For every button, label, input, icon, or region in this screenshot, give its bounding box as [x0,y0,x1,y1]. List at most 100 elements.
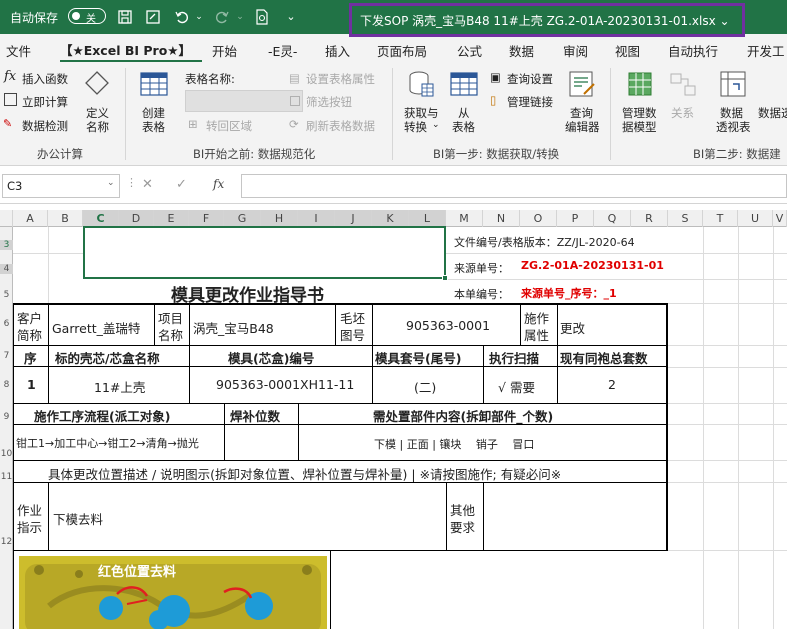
print-preview-icon[interactable] [254,9,270,25]
menu-formulas[interactable]: 公式 [457,41,482,60]
define-label-2[interactable]: 名称 [86,119,109,135]
save-icon[interactable] [117,9,133,25]
col-header-b[interactable]: B [48,210,83,227]
row-header-10[interactable]: 10 [0,449,13,459]
col-header-k[interactable]: K [372,210,409,227]
col-header-d[interactable]: D [119,210,154,227]
col-header-i[interactable]: I [298,210,335,227]
query-editor-label-2[interactable]: 编辑器 [565,119,600,135]
name-box-dropdown-icon[interactable]: ⌄ [107,178,115,188]
process-value[interactable]: 钳工1→加工中心→钳工2→清角→抛光 [16,435,199,451]
undo-dropdown-icon[interactable]: ⌄ [191,9,207,25]
row1-seq[interactable]: 1 [27,377,36,392]
data-check-button[interactable]: 数据检测 [22,118,68,134]
convert-range-button[interactable]: 转回区域 [206,118,252,134]
blank-value[interactable]: 905363-0001 [406,318,490,333]
source-number-value[interactable]: ZG.2-01A-20230131-01 [521,259,664,272]
autosave-toggle[interactable]: 关 [68,8,106,25]
menu-file[interactable]: 文件 [6,41,31,60]
col-header-f[interactable]: F [189,210,224,227]
this-number-value[interactable]: 来源单号_序号：_1 [521,285,617,301]
undo-icon[interactable] [174,9,190,25]
insert-function-icon[interactable]: fx [213,177,224,191]
filename-box[interactable]: 下发SOP 涡壳_宝马B48 11#上壳 ZG.2-01A-20230131-0… [349,3,745,37]
col-header-u[interactable]: U [738,210,773,227]
menu-view[interactable]: 视图 [615,41,640,60]
menu-home[interactable]: 开始 [212,41,237,60]
col-header-q[interactable]: Q [594,210,631,227]
query-settings-button[interactable]: 查询设置 [507,71,553,87]
set-table-props-button[interactable]: 设置表格属性 [306,71,375,87]
row1-total-sets[interactable]: 2 [608,377,616,392]
col-header-s[interactable]: S [668,210,703,227]
doc-number-label: 文件编号/表格版本：ZZ/JL-2020-64 [454,236,635,249]
customize-toolbar-icon[interactable]: ⌄ [283,9,299,25]
row1-mold-set[interactable]: (二) [414,377,436,396]
selected-cell-c3[interactable] [83,226,446,279]
row-header-8[interactable]: 8 [0,380,13,390]
pivot2-label[interactable]: 数据透 [758,105,787,121]
col-header-p[interactable]: P [557,210,594,227]
col-header-v[interactable]: V [773,210,787,227]
create-table-label-2[interactable]: 表格 [142,119,165,135]
form-icon[interactable] [145,9,161,25]
name-box[interactable]: C3 [2,174,120,198]
row1-scan[interactable]: √ 需要 [498,377,535,396]
insert-function-button[interactable]: 插入函数 [22,71,68,87]
menu-insert[interactable]: 插入 [325,41,350,60]
manage-links-button[interactable]: 管理链接 [507,94,553,110]
row-header-7[interactable]: 7 [0,351,13,361]
row-header-4[interactable]: 4 [0,264,13,274]
col-header-e[interactable]: E [154,210,189,227]
row-header-9[interactable]: 9 [0,412,13,422]
col-header-o[interactable]: O [520,210,557,227]
customer-value[interactable]: Garrett_盖瑞特 [52,318,140,337]
relations-button[interactable]: 关系 [671,105,694,121]
row-header-6[interactable]: 6 [0,319,13,329]
drag-handle-icon[interactable]: ⋮ [126,176,137,189]
col-header-c[interactable]: C [83,210,119,227]
col-header-j[interactable]: J [335,210,372,227]
chevron-down-icon[interactable]: ⌄ [432,120,440,130]
from-table-label-2[interactable]: 表格 [452,119,475,135]
enter-icon[interactable]: ✓ [176,177,187,192]
menu-automate[interactable]: 自动执行 [668,41,718,60]
select-all-corner[interactable] [0,210,13,227]
col-header-t[interactable]: T [703,210,738,227]
col-header-g[interactable]: G [224,210,261,227]
menu-page-layout[interactable]: 页面布局 [377,41,427,60]
row1-mold-number[interactable]: 905363-0001XH11-11 [216,377,354,392]
col-header-l[interactable]: L [409,210,446,227]
parts-value[interactable]: 下模 | 正面 | 镶块 销子 冒口 [374,436,534,452]
row-header-5[interactable]: 5 [0,290,13,300]
menu-excel-bi-pro[interactable]: 【★Excel BI Pro★】 [60,40,191,59]
get-transform-label-2[interactable]: 转换 [404,119,427,135]
row-header-12[interactable]: 12 [0,537,13,547]
col-header-r[interactable]: R [631,210,668,227]
col-header-m[interactable]: M [446,210,483,227]
table-name-input[interactable] [185,90,303,112]
cancel-icon[interactable]: ✕ [142,177,153,192]
row1-core-name[interactable]: 11#上壳 [94,377,145,396]
menu-review[interactable]: 审阅 [563,41,588,60]
col-header-h[interactable]: H [261,210,298,227]
work-instruction-value[interactable]: 下模去料 [53,509,103,528]
col-header-n[interactable]: N [483,210,520,227]
fill-handle[interactable] [442,275,448,281]
menu-e-ling[interactable]: -E灵- [268,41,297,60]
refresh-table-button[interactable]: 刷新表格数据 [306,118,375,134]
instant-calc-button[interactable]: 立即计算 [22,94,68,110]
filter-checkbox[interactable] [290,96,300,106]
menu-developer[interactable]: 开发工 [747,41,785,60]
menu-data[interactable]: 数据 [509,41,534,60]
project-value[interactable]: 涡壳_宝马B48 [193,318,274,337]
redo-icon[interactable] [214,9,230,25]
row-header-3[interactable]: 3 [0,240,13,250]
data-model-label-2[interactable]: 据模型 [622,119,657,135]
redo-dropdown-icon[interactable]: ⌄ [232,9,248,25]
col-header-a[interactable]: A [13,210,48,227]
pivot-label-2[interactable]: 透视表 [716,119,751,135]
construct-value[interactable]: 更改 [560,318,585,337]
formula-input[interactable] [241,174,787,198]
row-header-11[interactable]: 11 [0,472,13,482]
